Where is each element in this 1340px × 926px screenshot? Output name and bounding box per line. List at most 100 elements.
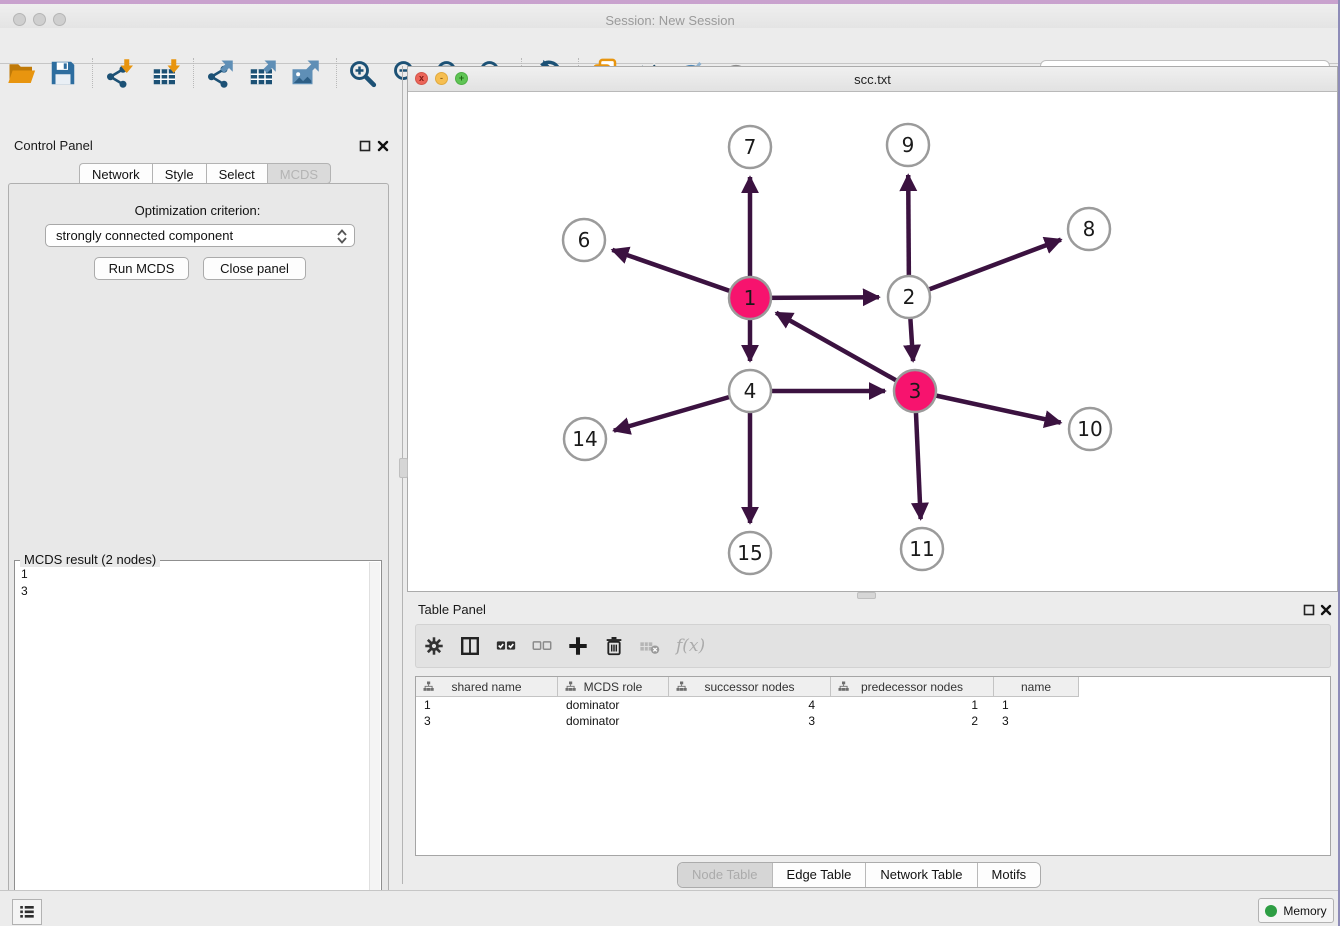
result-line: 3 [21,583,28,600]
result-scrollbar[interactable] [369,562,380,926]
node-label-11: 11 [909,537,934,561]
node-label-3: 3 [909,379,922,403]
function-builder-button[interactable]: f(x) [676,636,705,656]
insert-column-button[interactable] [452,628,488,664]
network-view-window: x - + scc.txt 1 2 3 4 6 7 8 9 10 11 14 15 [407,66,1338,592]
edge-3-1[interactable] [776,313,915,391]
table-panel: Table Panel f(x) shared name MCDS role s… [407,596,1340,884]
optimization-criterion-label: Optimization criterion: [0,203,395,218]
node-label-15: 15 [737,541,762,565]
vertical-splitter-handle[interactable] [399,458,408,478]
add-row-icon [567,635,589,657]
table-toolbar: f(x) [415,624,1331,668]
edge-3-10[interactable] [915,391,1061,423]
horizontal-splitter-handle[interactable] [857,592,876,599]
network-titlebar: x - + scc.txt [408,67,1337,92]
mcds-result-box[interactable]: MCDS result (2 nodes) 13 [14,560,382,926]
table-header: shared name MCDS role successor nodes pr… [416,677,1079,697]
column-header-MCDS-role[interactable]: MCDS role [558,677,669,696]
settings-gear-icon [423,635,445,657]
insert-column-icon [459,635,481,657]
memory-status-dot [1265,905,1277,917]
application-window: Session: New Session Control Panel [0,0,1340,926]
status-bar: Memory [0,890,1340,926]
run-mcds-button[interactable]: Run MCDS [94,257,189,280]
node-label-14: 14 [572,427,597,451]
node-label-1: 1 [744,286,757,310]
memory-label: Memory [1283,904,1326,918]
close-panel-icon[interactable] [377,140,389,152]
cell[interactable]: 1 [416,697,558,713]
add-row-button[interactable] [560,628,596,664]
float-panel-icon[interactable] [359,140,371,152]
node-label-7: 7 [744,135,757,159]
mcds-result-title: MCDS result (2 nodes) [20,552,160,567]
column-header-shared-name[interactable]: shared name [416,677,558,696]
task-history-button[interactable] [12,899,42,925]
column-header-successor-nodes[interactable]: successor nodes [669,677,831,696]
tab-edge-table[interactable]: Edge Table [773,863,867,887]
select-all-checkbox-icon [495,635,517,657]
list-icon [18,903,36,921]
tab-motifs[interactable]: Motifs [978,863,1041,887]
cell[interactable]: 3 [669,713,831,729]
column-header-name[interactable]: name [994,677,1079,696]
titlebar: Session: New Session [0,4,1340,28]
table-tabs: Node TableEdge TableNetwork TableMotifs [677,862,1041,888]
delete-row-button[interactable] [596,628,632,664]
node-label-4: 4 [744,379,757,403]
tree-sort-icon [676,681,687,692]
cell[interactable]: dominator [558,713,669,729]
optimization-criterion-select[interactable]: strongly connected component [45,224,355,247]
tree-sort-icon [565,681,576,692]
node-label-2: 2 [903,285,916,309]
node-table[interactable]: shared name MCDS role successor nodes pr… [415,676,1331,856]
deselect-all-checkbox-icon [531,635,553,657]
delete-row-icon [603,635,625,657]
window-top-edge [0,0,1340,4]
settings-gear-button[interactable] [416,628,452,664]
control-panel: Control Panel NetworkStyleSelectMCDS Opt… [0,66,395,884]
cell[interactable]: 2 [831,713,994,729]
table-row[interactable]: 1dominator411 [416,697,1079,713]
mcds-result-lines: 13 [21,566,28,600]
delete-column-button[interactable] [632,628,668,664]
cell[interactable]: 4 [669,697,831,713]
tab-style[interactable]: Style [152,163,206,184]
node-label-8: 8 [1083,217,1096,241]
control-panel-tabs: NetworkStyleSelectMCDS [79,163,331,184]
cell[interactable]: 1 [831,697,994,713]
network-window-title: scc.txt [408,72,1337,87]
result-line: 1 [21,566,28,583]
window-title: Session: New Session [0,13,1340,28]
node-label-9: 9 [902,133,915,157]
table-panel-title: Table Panel [418,602,486,617]
network-graph[interactable]: 1 2 3 4 6 7 8 9 10 11 14 15 [408,91,1337,591]
close-table-panel-icon[interactable] [1320,604,1332,616]
memory-button[interactable]: Memory [1258,898,1334,923]
edge-2-8[interactable] [909,240,1061,297]
select-stepper-icon [335,228,349,245]
tab-network-table[interactable]: Network Table [866,863,977,887]
node-label-6: 6 [578,228,591,252]
close-panel-button[interactable]: Close panel [203,257,306,280]
control-panel-title: Control Panel [14,138,93,153]
select-all-checkbox-button[interactable] [488,628,524,664]
tab-node-table[interactable]: Node Table [678,863,773,887]
tab-mcds[interactable]: MCDS [267,163,331,184]
cell[interactable]: 3 [994,713,1079,729]
float-table-panel-icon[interactable] [1303,604,1315,616]
node-label-10: 10 [1077,417,1102,441]
cell[interactable]: 3 [416,713,558,729]
table-row[interactable]: 3dominator323 [416,713,1079,729]
tree-sort-icon [838,681,849,692]
main-toolbar [0,28,1340,64]
delete-column-icon [639,635,661,657]
tab-network[interactable]: Network [79,163,152,184]
cell[interactable]: 1 [994,697,1079,713]
cell[interactable]: dominator [558,697,669,713]
column-header-predecessor-nodes[interactable]: predecessor nodes [831,677,994,696]
tree-sort-icon [423,681,434,692]
tab-select[interactable]: Select [206,163,267,184]
deselect-all-checkbox-button[interactable] [524,628,560,664]
